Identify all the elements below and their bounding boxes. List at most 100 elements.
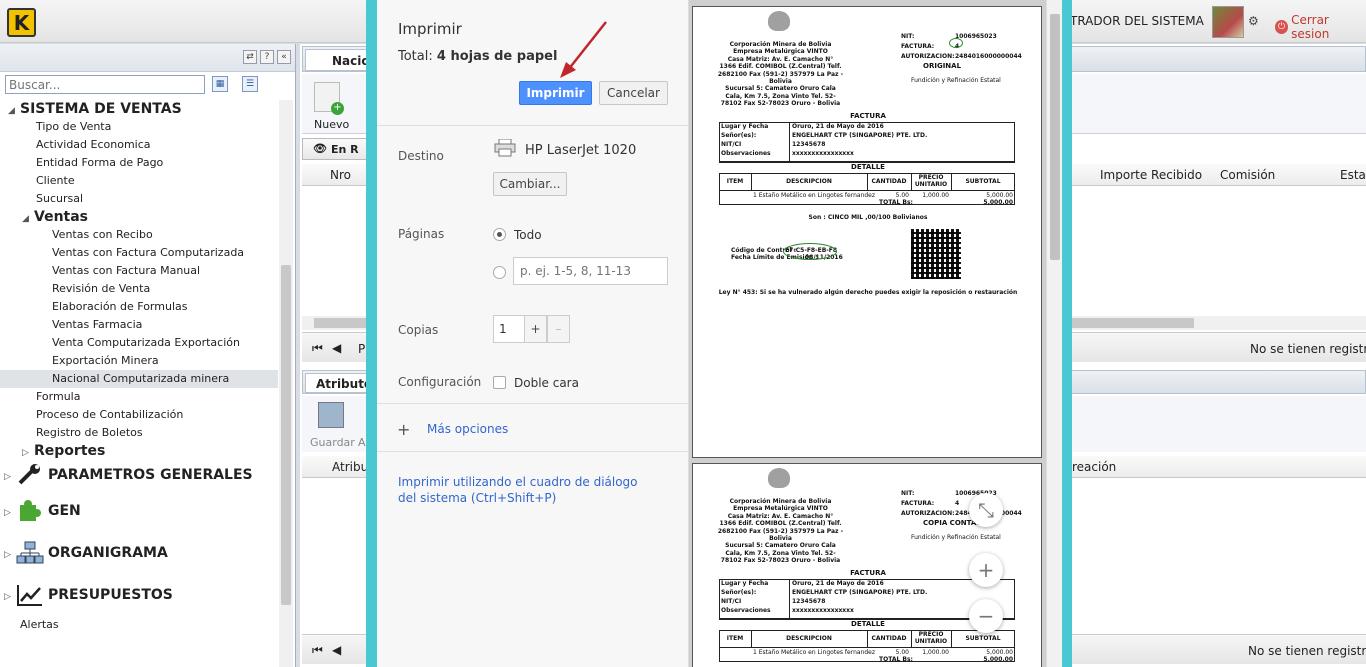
- expand-arrow-icon[interactable]: ▷: [4, 492, 16, 534]
- sidebar-scroll-thumb[interactable]: [281, 265, 291, 605]
- expand-arrow-icon[interactable]: ▷: [4, 462, 16, 492]
- collapse-arrow-icon[interactable]: ◢: [22, 210, 34, 228]
- company-line: Casa Matriz: Av. E. Camacho N°: [727, 55, 834, 63]
- sidebar-item[interactable]: Proceso de Contabilización: [0, 406, 278, 424]
- sidebar-scrollbar[interactable]: [279, 100, 293, 667]
- sidebar-item-label: Actividad Economica: [36, 138, 151, 151]
- tab-atributos[interactable]: Atributos: [305, 373, 379, 393]
- preview-scrollbar[interactable]: [1046, 0, 1062, 667]
- zoom-out-icon[interactable]: −: [969, 599, 1003, 633]
- print-dialog: Imprimir Total: 4 hojas de papel Imprimi…: [377, 0, 689, 667]
- app-logo[interactable]: K: [7, 8, 36, 37]
- sidebar-item-label: Ventas con Factura Manual: [52, 264, 201, 277]
- help-icon[interactable]: ?: [260, 50, 274, 64]
- no-records-text-2: No se tienen registros: [1248, 644, 1366, 658]
- sidebar-item[interactable]: Elaboración de Formulas: [0, 298, 278, 316]
- more-options-link[interactable]: Más opciones: [427, 422, 508, 436]
- sidebar-item-label: Elaboración de Formulas: [52, 300, 188, 313]
- avatar[interactable]: [1212, 6, 1244, 38]
- sidebar-module[interactable]: ▷ GEN: [0, 490, 278, 532]
- total-label: TOTAL Bs:: [879, 199, 913, 206]
- new-document-icon[interactable]: +: [314, 82, 344, 115]
- sidebar-item[interactable]: Sucursal: [0, 190, 278, 208]
- col-importe[interactable]: Importe Recibido: [1100, 168, 1202, 182]
- highlight-circle: [783, 243, 837, 260]
- header-row-value: xxxxxxxxxxxxxxxx: [792, 150, 854, 157]
- search-options-icon[interactable]: ▦: [212, 76, 228, 92]
- cancel-button[interactable]: Cancelar: [599, 81, 668, 105]
- user-settings-icon[interactable]: ⚙: [1248, 14, 1259, 28]
- duplex-checkbox[interactable]: [493, 376, 506, 389]
- sidebar-item[interactable]: Entidad Forma de Pago: [0, 154, 278, 172]
- header-row-value: ENGELHART CTP (SINGAPORE) PTE. LTD.: [792, 589, 928, 596]
- plus-icon[interactable]: +: [397, 420, 410, 439]
- sidebar-item[interactable]: Nacional Computarizada minera: [0, 370, 278, 388]
- sidebar-item[interactable]: Formula: [0, 388, 278, 406]
- tab-en-recibo[interactable]: 👁 En R: [302, 138, 372, 160]
- sidebar-item[interactable]: ◢ SISTEMA DE VENTAS: [0, 100, 278, 118]
- collapse-icon[interactable]: «: [277, 50, 291, 64]
- pages-label: Páginas: [398, 227, 445, 241]
- company-line: 1366 Edif. COMIBOL (Z.Central) Telf.: [719, 520, 842, 528]
- print-button[interactable]: Imprimir: [519, 81, 592, 105]
- zoom-in-icon[interactable]: +: [969, 553, 1003, 587]
- change-destination-button[interactable]: Cambiar...: [493, 172, 567, 196]
- sidebar-item[interactable]: Revisión de Venta: [0, 280, 278, 298]
- sidebar-item[interactable]: ◢ Ventas: [0, 208, 278, 226]
- sidebar-item[interactable]: Exportación Minera: [0, 352, 278, 370]
- sidebar-item[interactable]: ▷ Reportes: [0, 442, 278, 460]
- table-line: [789, 122, 790, 162]
- tab-nacional[interactable]: Nacion: [305, 49, 378, 71]
- refresh-icon[interactable]: ⇄: [243, 50, 257, 64]
- company-line: Casa Matriz: Av. E. Camacho N°: [727, 512, 834, 520]
- pages-range-input[interactable]: [513, 257, 668, 285]
- col-creacion[interactable]: reación: [1072, 460, 1116, 474]
- fit-to-page-icon[interactable]: ⤡: [969, 493, 1003, 527]
- copies-decrement-button[interactable]: –: [547, 315, 570, 343]
- sidebar-item[interactable]: Tipo de Venta: [0, 118, 278, 136]
- save-button-label[interactable]: Guardar: [310, 436, 355, 449]
- expand-arrow-icon[interactable]: ▷: [4, 576, 16, 618]
- col-comision[interactable]: Comisión: [1220, 168, 1275, 182]
- logout-button[interactable]: ⏻ Cerrar sesion: [1275, 13, 1366, 41]
- sidebar-item[interactable]: Ventas con Factura Manual: [0, 262, 278, 280]
- pages-all-radio[interactable]: [493, 228, 506, 241]
- power-icon: ⏻: [1275, 20, 1289, 34]
- alerts-item[interactable]: Alertas: [0, 616, 278, 634]
- sidebar-module[interactable]: ▷ ORGANIGRAMA: [0, 532, 278, 574]
- attr-extra-label[interactable]: A: [358, 436, 366, 449]
- copies-input[interactable]: [493, 315, 525, 343]
- copies-increment-button[interactable]: +: [524, 315, 547, 343]
- navigation-tree: ◢ SISTEMA DE VENTAS Tipo de Venta Actividad…: [0, 100, 278, 634]
- sidebar-item[interactable]: Cliente: [0, 172, 278, 190]
- item-description: 1 Estaño Metálico en Lingotes fernandez: [753, 649, 876, 656]
- sidebar-item[interactable]: Venta Computarizada Exportación: [0, 334, 278, 352]
- puzzle-icon: [16, 500, 48, 521]
- pager2-prev-icon[interactable]: ◀: [332, 643, 341, 657]
- system-dialog-link[interactable]: Imprimir utilizando el cuadro de diálogo…: [398, 474, 648, 506]
- pages-custom-radio[interactable]: [493, 266, 506, 279]
- company-emblem-icon: [768, 11, 790, 31]
- preview-scroll-thumb[interactable]: [1050, 14, 1060, 260]
- collapse-arrow-icon[interactable]: ◢: [8, 102, 20, 120]
- sidebar-module[interactable]: ▷ PRESUPUESTOS: [0, 574, 278, 616]
- header-row-value: ENGELHART CTP (SINGAPORE) PTE. LTD.: [792, 132, 928, 139]
- pager2-first-icon[interactable]: ⏮: [312, 643, 323, 658]
- sidebar-item[interactable]: Actividad Economica: [0, 136, 278, 154]
- pager-prev-icon[interactable]: ◀: [332, 341, 341, 355]
- save-icon[interactable]: [318, 402, 344, 428]
- col-nro[interactable]: Nro: [330, 168, 351, 182]
- sidebar-item[interactable]: Ventas Farmacia: [0, 316, 278, 334]
- sidebar-item[interactable]: Registro de Boletos: [0, 424, 278, 442]
- col-esta[interactable]: Esta: [1340, 168, 1366, 182]
- list-view-icon[interactable]: ☰: [242, 76, 258, 92]
- detail-title: DETALLE: [851, 163, 885, 171]
- sidebar-search-input[interactable]: [5, 75, 205, 94]
- sidebar-module-label: ORGANIGRAMA: [48, 545, 168, 561]
- sidebar-item[interactable]: Ventas con Factura Computarizada: [0, 244, 278, 262]
- pager-first-icon[interactable]: ⏮: [312, 341, 323, 356]
- sidebar-module[interactable]: ▷ PARAMETROS GENERALES: [0, 460, 278, 490]
- sidebar-item[interactable]: Ventas con Recibo: [0, 226, 278, 244]
- new-button-label[interactable]: Nuevo: [314, 118, 349, 131]
- expand-arrow-icon[interactable]: ▷: [4, 534, 16, 576]
